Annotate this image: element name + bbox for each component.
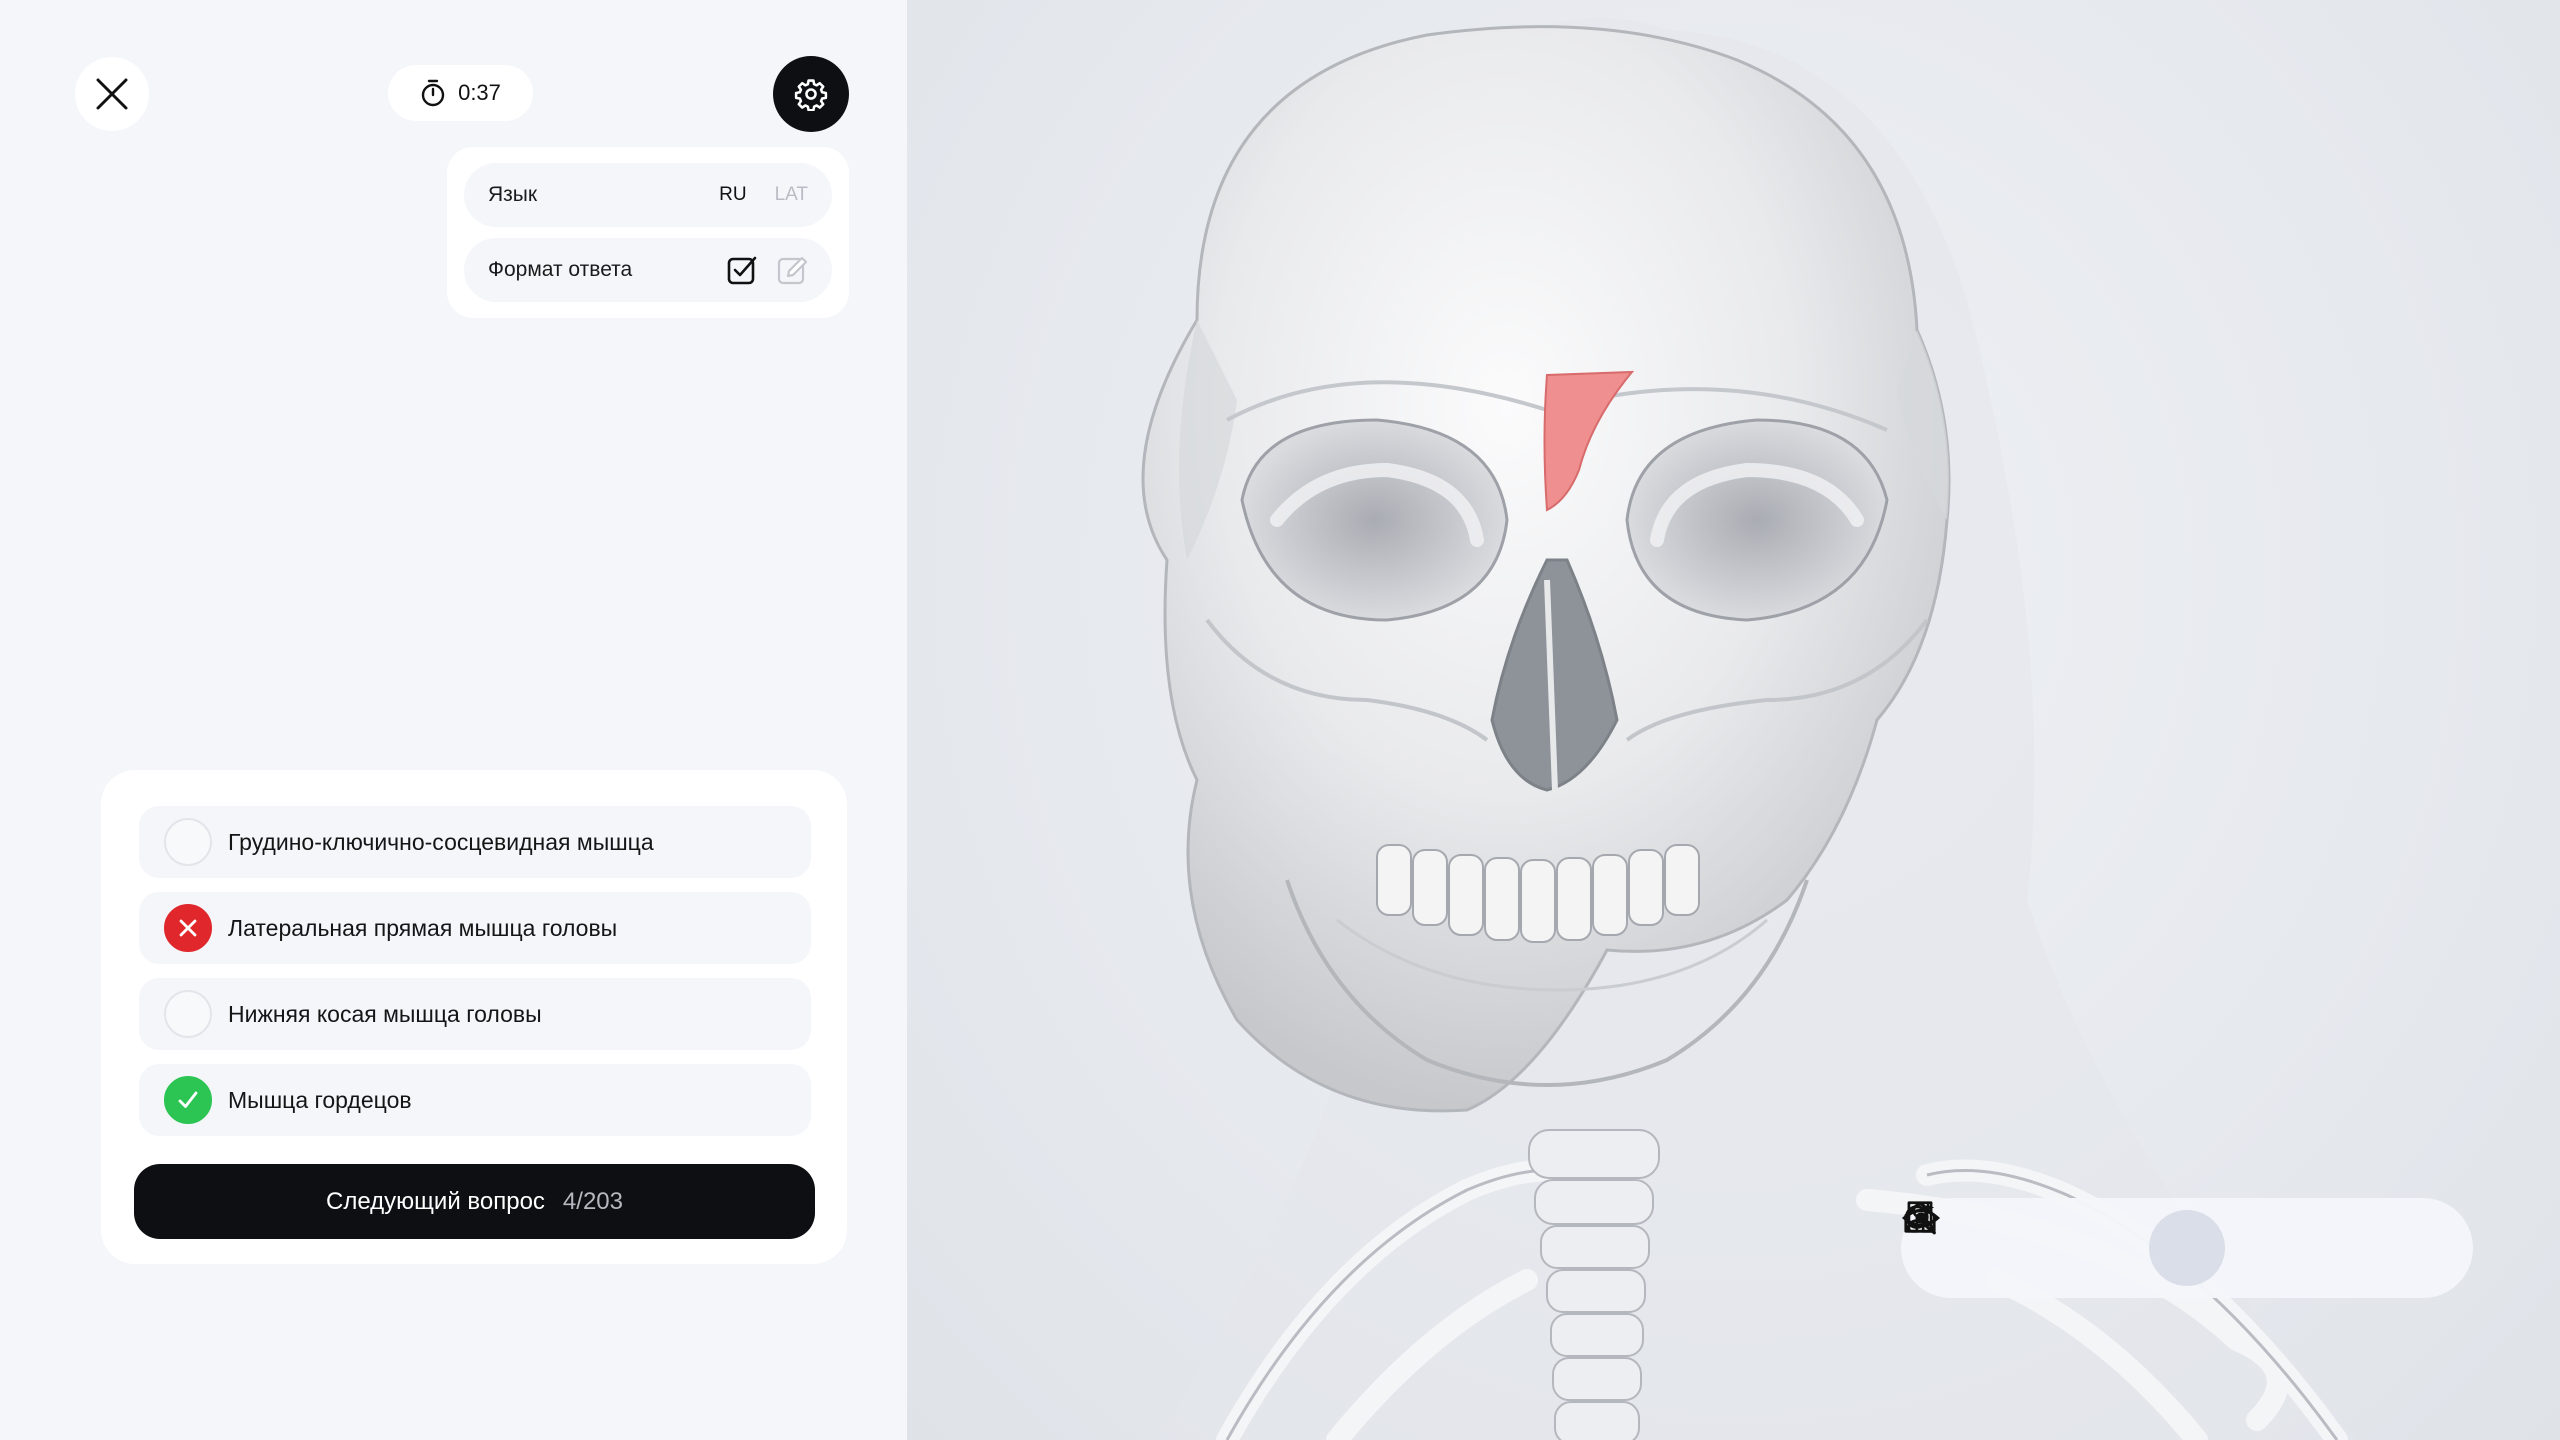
language-setting: Язык RU LAT [464, 163, 832, 227]
checkbox-format-icon[interactable] [726, 254, 758, 286]
answer-format-label: Формат ответа [488, 258, 633, 281]
answer-radio [164, 818, 212, 866]
answer-option-correct[interactable]: Мышца гордецов [139, 1064, 811, 1136]
pencil-format-icon[interactable] [776, 254, 808, 286]
quiz-panel: 0:37 Язык RU LAT Формат ответа Грудино-к… [0, 0, 907, 1440]
settings-popover: Язык RU LAT Формат ответа [447, 147, 849, 318]
correct-answer-icon [164, 1076, 212, 1124]
home-button[interactable] [1904, 1201, 2041, 1286]
question-progress: 4/203 [562, 1187, 623, 1215]
answer-radio [164, 990, 212, 1038]
library-button[interactable] [1907, 1201, 2133, 1286]
language-label: Язык [488, 183, 538, 206]
timer-value: 0:37 [458, 80, 501, 105]
language-option-lat[interactable]: LAT [775, 184, 808, 206]
answer-label: Нижняя косая мышца головы [228, 1000, 542, 1027]
stopwatch-icon [421, 79, 445, 107]
next-question-label: Следующий вопрос [326, 1187, 545, 1215]
close-icon [96, 78, 128, 110]
user-icon [1905, 1202, 1935, 1233]
answer-format-setting: Формат ответа [464, 238, 832, 302]
close-button[interactable] [75, 57, 149, 131]
profile-button[interactable] [1905, 1202, 2409, 1286]
timer: 0:37 [388, 65, 533, 121]
answer-option-wrong[interactable]: Латеральная прямая мышца головы [139, 892, 811, 964]
answer-card: Грудино-ключично-сосцевидная мышца Латер… [101, 770, 847, 1264]
wrong-answer-icon [164, 904, 212, 952]
ai-search-button[interactable] [1905, 1201, 2317, 1286]
language-toggle: RU LAT [719, 184, 808, 206]
anatomy-3d-viewer[interactable] [907, 0, 2560, 1440]
bottom-toolbar [1901, 1198, 2473, 1298]
settings-button[interactable] [773, 56, 849, 132]
answer-option[interactable]: Нижняя косая мышца головы [139, 978, 811, 1050]
answer-label: Латеральная прямая мышца головы [228, 914, 618, 941]
answer-label: Мышца гордецов [228, 1086, 412, 1113]
gear-icon [794, 79, 828, 111]
answer-option[interactable]: Грудино-ключично-сосцевидная мышца [139, 806, 811, 878]
answer-format-toggle [726, 254, 808, 286]
language-option-ru[interactable]: RU [719, 184, 746, 206]
answer-label: Грудино-ключично-сосцевидная мышца [228, 828, 654, 855]
next-question-button[interactable]: Следующий вопрос 4/203 [134, 1164, 815, 1239]
view-button[interactable] [1901, 1208, 2225, 1286]
